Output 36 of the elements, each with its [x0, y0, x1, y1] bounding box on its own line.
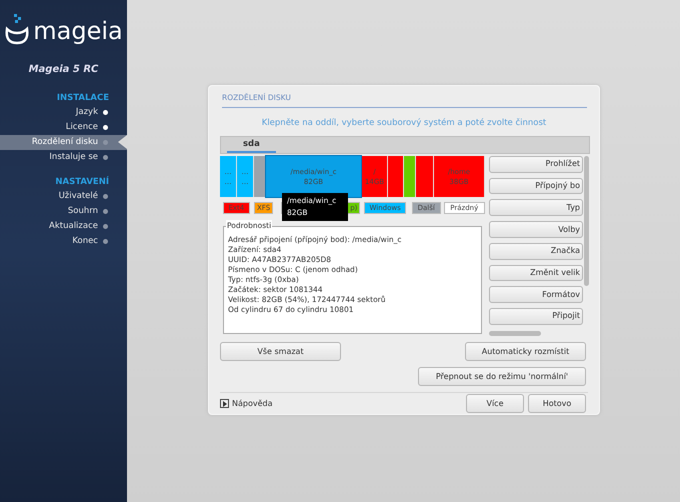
action-button[interactable]: Značka	[489, 242, 583, 260]
step-label: Aktualizace	[49, 220, 98, 233]
step-label: Instaluje se	[49, 151, 98, 164]
step-item[interactable]: Rozdělení disku	[0, 135, 127, 150]
more-button[interactable]: Více	[466, 394, 524, 413]
step-item[interactable]: Souhrn	[0, 204, 127, 219]
action-button[interactable]: Přípojný bo	[489, 178, 583, 194]
section-heading: INSTALACE	[56, 92, 110, 105]
logo-text: mageia	[33, 17, 123, 45]
action-button[interactable]: Typ	[489, 199, 583, 216]
disk-tab[interactable]: sda	[227, 137, 276, 153]
step-item[interactable]: Instaluje se	[0, 150, 127, 165]
step-item[interactable]: Licence	[0, 120, 127, 135]
action-button[interactable]: Prohlížet	[489, 156, 583, 173]
step-item[interactable]: Aktualizace	[0, 219, 127, 234]
done-button[interactable]: Hotovo	[528, 394, 586, 413]
action-button[interactable]: Připojit	[489, 308, 583, 325]
action-button[interactable]: Změnit velik	[489, 264, 583, 282]
section-heading: NASTAVENÍ	[55, 175, 110, 189]
step-label: Rozdělení disku	[32, 136, 98, 149]
normal-mode-button[interactable]: Přepnout se do režimu 'normální'	[418, 367, 586, 386]
step-label: Uživatelé	[58, 190, 98, 203]
action-button[interactable]: Volby	[489, 221, 583, 238]
action-button[interactable]: Formátov	[489, 286, 583, 304]
clear-all-button[interactable]: Vše smazat	[220, 342, 341, 361]
product-title: Mageia 5 RC	[28, 63, 98, 77]
step-item[interactable]: Jazyk	[0, 105, 127, 120]
step-label: Licence	[66, 121, 98, 134]
auto-allocate-button[interactable]: Automaticky rozmístit	[465, 342, 586, 361]
step-label: Souhrn	[68, 205, 98, 218]
step-label: Konec	[72, 235, 98, 248]
help-toggle[interactable]: Nápověda	[220, 398, 272, 410]
step-item[interactable]: Konec	[0, 234, 127, 249]
step-item[interactable]: Uživatelé	[0, 189, 127, 204]
step-label: Jazyk	[76, 106, 98, 119]
instruction: Klepněte na oddíl, vyberte souborový systém a poté zvolte činnost	[260, 117, 548, 130]
